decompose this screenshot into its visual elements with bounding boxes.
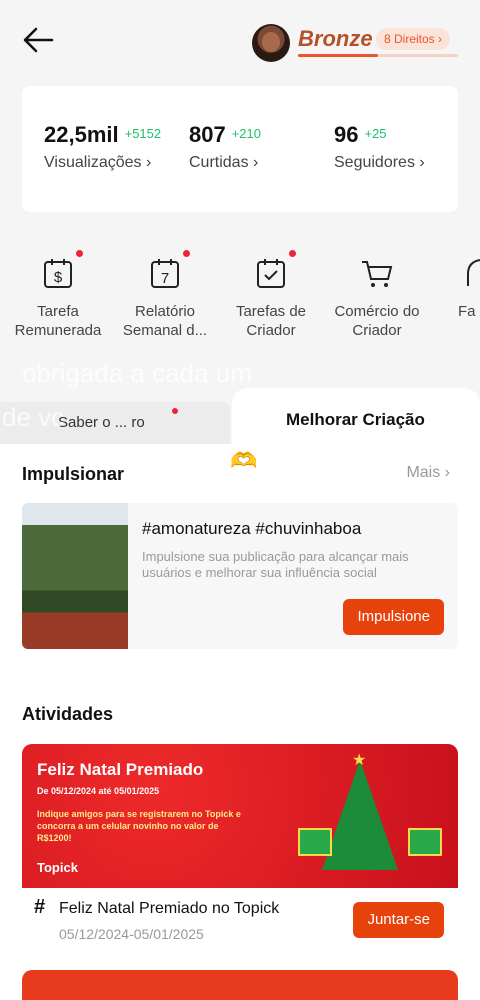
rank-label: Bronze xyxy=(298,26,373,51)
boost-button[interactable]: Impulsione xyxy=(343,599,444,635)
boost-card: #amonatureza #chuvinhaboa Impulsione sua… xyxy=(22,503,458,649)
activity-date: 05/12/2024-05/01/2025 xyxy=(59,926,204,942)
stat-views[interactable]: 22,5mil +5152 Visualizações › xyxy=(44,122,161,172)
stats-card: 22,5mil +5152 Visualizações › 807 +210 Cur… xyxy=(22,86,458,212)
creator-tools: $ Tarefa Remunerada 7 Relatório Semanal … xyxy=(0,250,480,350)
tool-paid-task[interactable]: $ Tarefa Remunerada xyxy=(3,250,113,340)
section-title-activities: Atividades xyxy=(22,704,114,724)
tab-label: Saber o ... ro xyxy=(58,414,145,431)
svg-text:$: $ xyxy=(54,269,63,286)
stat-delta: +210 xyxy=(231,126,262,141)
activity-banner[interactable]: Feliz Natal Premiado De 05/12/2024 até 0… xyxy=(22,744,458,888)
more-link[interactable]: Mais › xyxy=(406,464,450,482)
notification-dot xyxy=(289,250,296,257)
partial-icon xyxy=(466,256,480,290)
stat-value: 807 xyxy=(189,122,226,147)
next-activity-card[interactable] xyxy=(22,970,458,1000)
tab-melhorar-criacao[interactable]: Melhorar Criação xyxy=(232,388,480,446)
caption-line-2: de vc xyxy=(2,402,65,432)
notification-dot xyxy=(172,408,178,414)
tool-label: Fa xyxy=(458,303,476,320)
tool-label: Relatório Semanal d... xyxy=(122,303,208,339)
stat-value: 22,5mil xyxy=(44,122,119,147)
banner-text: Indique amigos para se registrarem no To… xyxy=(37,809,241,843)
stat-delta: +25 xyxy=(364,126,387,141)
stat-label: Curtidas xyxy=(189,154,249,171)
more-label: Mais xyxy=(406,464,441,481)
rights-button[interactable]: 8 Direitos › xyxy=(376,28,451,50)
dollar-calendar-icon: $ xyxy=(41,250,83,290)
tab-label: Melhorar Criação xyxy=(286,410,425,429)
rank-progress-fill xyxy=(298,54,378,57)
post-thumbnail[interactable] xyxy=(22,503,128,649)
boost-description: Impulsione sua publicação para alcançar … xyxy=(142,549,409,580)
svg-text:7: 7 xyxy=(161,270,169,287)
hashtag-icon: # xyxy=(34,896,46,918)
tool-weekly-report[interactable]: 7 Relatório Semanal d... xyxy=(110,250,220,340)
banner-title: Feliz Natal Premiado xyxy=(37,760,204,779)
calendar-7-icon: 7 xyxy=(148,250,190,290)
tool-creator-tasks[interactable]: Tarefas de Criador xyxy=(216,250,326,340)
tool-partial[interactable]: Fa xyxy=(442,250,480,321)
notification-dot xyxy=(76,250,83,257)
avatar[interactable] xyxy=(252,24,290,62)
tool-label: Comércio do Criador xyxy=(334,303,420,339)
stat-label: Visualizações xyxy=(44,154,142,171)
cart-icon xyxy=(360,256,394,290)
gift-icon xyxy=(408,828,442,856)
header: Bronze 8 Direitos › xyxy=(0,0,480,80)
stat-label: Seguidores xyxy=(334,154,415,171)
banner-dates: De 05/12/2024 até 05/01/2025 xyxy=(37,786,160,796)
christmas-tree-icon xyxy=(322,750,398,870)
post-hashtags: #amonatureza #chuvinhaboa xyxy=(142,519,362,538)
heart-hands-icon: 🫶 xyxy=(230,448,258,473)
tool-label: Tarefa Remunerada xyxy=(14,303,102,339)
join-button[interactable]: Juntar-se xyxy=(353,902,444,938)
rank-progress-bar xyxy=(298,54,458,57)
stat-delta: +5152 xyxy=(124,126,162,141)
calendar-check-icon xyxy=(254,250,296,290)
stat-value: 96 xyxy=(334,122,359,147)
stat-likes[interactable]: 807 +210 Curtidas › xyxy=(189,122,261,172)
activity-name: Feliz Natal Premiado no Topick xyxy=(59,900,280,917)
stat-followers[interactable]: 96 +25 Seguidores › xyxy=(334,122,425,172)
activity-item: # Feliz Natal Premiado no Topick 05/12/2… xyxy=(22,888,458,950)
tool-creator-commerce[interactable]: Comércio do Criador xyxy=(322,250,432,340)
back-arrow-icon[interactable] xyxy=(22,26,54,54)
section-title-boost: Impulsionar xyxy=(22,464,125,484)
notification-dot xyxy=(183,250,190,257)
gift-icon xyxy=(298,828,332,856)
tab-bar: Saber o ... ro Melhorar Criação xyxy=(0,388,480,446)
caption-line-1: obrigada a cada um xyxy=(22,358,252,388)
banner-brand: Topick xyxy=(37,860,78,875)
tool-label: Tarefas de Criador xyxy=(235,303,307,339)
rights-label: 8 Direitos xyxy=(384,32,435,46)
